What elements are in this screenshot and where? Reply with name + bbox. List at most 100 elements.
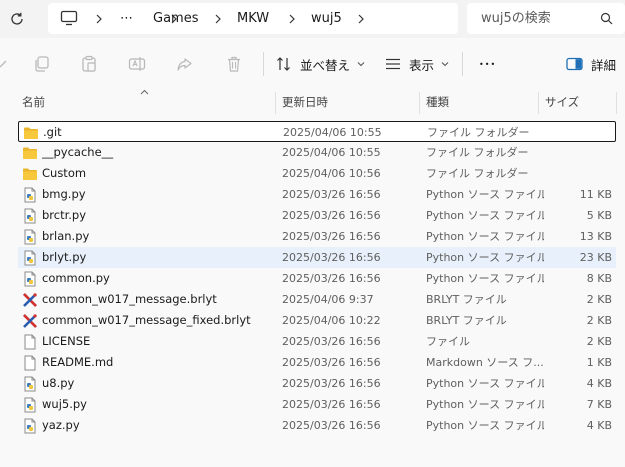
- file-row[interactable]: brlan.py 2025/03/26 16:56 Python ソース ファイル 1…: [18, 226, 616, 247]
- breadcrumb-games[interactable]: Games: [153, 3, 198, 34]
- column-header: 名前 更新日時 種類 サイズ: [0, 89, 625, 116]
- breadcrumb-mkw[interactable]: MKW: [237, 3, 269, 34]
- file-name: brlyt.py: [42, 250, 87, 264]
- file-type: BRLYT ファイル: [426, 293, 507, 306]
- python-file-icon: [22, 187, 38, 203]
- file-size: [546, 163, 612, 184]
- paste-icon: [82, 55, 96, 72]
- brlyt-file-icon: [22, 292, 38, 308]
- file-row[interactable]: LICENSE 2025/03/26 16:56 ファイル 2 KB: [18, 331, 616, 352]
- file-type: Python ソース ファイル: [426, 419, 544, 432]
- delete-button[interactable]: [225, 38, 243, 90]
- file-row[interactable]: wuj5.py 2025/03/26 16:56 Python ソース ファイル 7 …: [18, 394, 616, 415]
- search-input[interactable]: wuj5の検索: [481, 3, 551, 34]
- folder-icon: [22, 166, 38, 182]
- file-type: Markdown ソース フ...: [426, 356, 544, 369]
- breadcrumb-wuj5[interactable]: wuj5: [311, 3, 342, 34]
- file-type: Python ソース ファイル: [426, 209, 544, 222]
- see-more-button[interactable]: •••: [479, 38, 496, 90]
- details-pane-button[interactable]: 詳細: [566, 38, 616, 90]
- blank-file-icon: [22, 334, 38, 350]
- file-row[interactable]: brctr.py 2025/03/26 16:56 Python ソース ファイル 5…: [18, 205, 616, 226]
- file-size: 7 KB: [586, 398, 612, 411]
- cut-button[interactable]: [0, 38, 8, 90]
- file-row[interactable]: Custom 2025/04/06 10:56 ファイル フォルダー: [18, 163, 616, 184]
- chevron-right-icon[interactable]: [214, 3, 222, 34]
- file-name: brctr.py: [42, 208, 87, 222]
- chevron-right-icon[interactable]: [357, 3, 365, 34]
- file-type: BRLYT ファイル: [426, 314, 507, 327]
- column-type[interactable]: 種類: [426, 90, 449, 116]
- column-divider[interactable]: [616, 92, 617, 114]
- chevron-right-icon[interactable]: [95, 3, 103, 34]
- file-row[interactable]: .git 2025/04/06 10:55 ファイル フォルダー: [18, 121, 616, 142]
- file-size: 2 KB: [586, 335, 612, 348]
- file-row[interactable]: common_w017_message.brlyt 2025/04/06 9:37…: [18, 289, 616, 310]
- file-row[interactable]: u8.py 2025/03/26 16:56 Python ソース ファイル 4 KB: [18, 373, 616, 394]
- file-date-modified: 2025/03/26 16:56: [282, 356, 381, 369]
- trash-icon: [228, 56, 240, 72]
- sort-button[interactable]: 並べ替え: [276, 38, 365, 90]
- chevron-down-icon: [357, 62, 365, 67]
- file-row[interactable]: brlyt.py 2025/03/26 16:56 Python ソース ファイル 2…: [18, 247, 616, 268]
- paste-button[interactable]: [80, 38, 98, 90]
- column-size[interactable]: サイズ: [545, 90, 579, 116]
- file-date-modified: 2025/04/06 10:55: [283, 126, 382, 139]
- file-name: wuj5.py: [42, 397, 87, 411]
- brlyt-file-icon: [22, 313, 38, 329]
- refresh-icon: [11, 12, 23, 25]
- file-type: ファイル フォルダー: [427, 126, 530, 139]
- rename-button[interactable]: [128, 38, 146, 90]
- column-divider[interactable]: [538, 92, 539, 114]
- file-row[interactable]: README.md 2025/03/26 16:56 Markdown ソース フ.…: [18, 352, 616, 373]
- file-size: 2 KB: [586, 314, 612, 327]
- view-icon: [386, 58, 400, 70]
- details-pane-icon: [566, 57, 583, 71]
- refresh-button[interactable]: [6, 8, 28, 30]
- breadcrumb-more[interactable]: ⋯: [120, 3, 133, 34]
- file-row[interactable]: common.py 2025/03/26 16:56 Python ソース ファイル…: [18, 268, 616, 289]
- file-name: common.py: [42, 271, 110, 285]
- copy-button[interactable]: [33, 38, 51, 90]
- file-row[interactable]: yaz.py 2025/03/26 16:56 Python ソース ファイル 4 K…: [18, 415, 616, 436]
- file-row[interactable]: __pycache__ 2025/04/06 10:55 ファイル フォルダー: [18, 142, 616, 163]
- file-name: bmg.py: [42, 187, 86, 201]
- column-divider[interactable]: [275, 92, 276, 114]
- file-name: yaz.py: [42, 418, 80, 432]
- search-box[interactable]: wuj5の検索: [467, 3, 625, 34]
- file-row[interactable]: common_w017_message_fixed.brlyt 2025/04/0…: [18, 310, 616, 331]
- file-date-modified: 2025/03/26 16:56: [282, 251, 381, 264]
- breadcrumb[interactable]: ⋯ Games MKW wuj5: [48, 3, 458, 34]
- file-type: ファイル フォルダー: [426, 146, 529, 159]
- view-label: 表示: [409, 57, 435, 73]
- python-file-icon: [22, 376, 38, 392]
- share-icon: [177, 58, 192, 71]
- python-file-icon: [22, 250, 38, 266]
- file-row[interactable]: bmg.py 2025/03/26 16:56 Python ソース ファイル 11 …: [18, 184, 616, 205]
- file-type: Python ソース ファイル: [426, 188, 544, 201]
- command-bar: 並べ替え 表示 ••• 詳細: [0, 38, 625, 90]
- file-type: ファイル フォルダー: [426, 167, 529, 180]
- folder-icon: [22, 145, 38, 161]
- file-date-modified: 2025/03/26 16:56: [282, 209, 381, 222]
- more-options-icon: •••: [479, 59, 497, 69]
- column-name[interactable]: 名前: [22, 90, 45, 116]
- file-size: 8 KB: [586, 272, 612, 285]
- file-date-modified: 2025/03/26 16:56: [282, 230, 381, 243]
- python-file-icon: [22, 271, 38, 287]
- file-name: .git: [43, 125, 62, 139]
- column-divider[interactable]: [419, 92, 420, 114]
- file-type: ファイル: [426, 335, 470, 348]
- share-button[interactable]: [176, 38, 194, 90]
- python-file-icon: [22, 418, 38, 434]
- chevron-right-icon[interactable]: [288, 3, 296, 34]
- python-file-icon: [22, 229, 38, 245]
- address-bar: ⋯ Games MKW wuj5 wuj5の検索: [0, 0, 625, 38]
- this-pc-icon[interactable]: [60, 10, 78, 26]
- folder-icon: [23, 125, 39, 141]
- file-name: u8.py: [42, 376, 75, 390]
- file-date-modified: 2025/03/26 16:56: [282, 398, 381, 411]
- file-name: README.md: [42, 355, 114, 369]
- column-date-modified[interactable]: 更新日時: [282, 90, 328, 116]
- view-button[interactable]: 表示: [385, 38, 449, 90]
